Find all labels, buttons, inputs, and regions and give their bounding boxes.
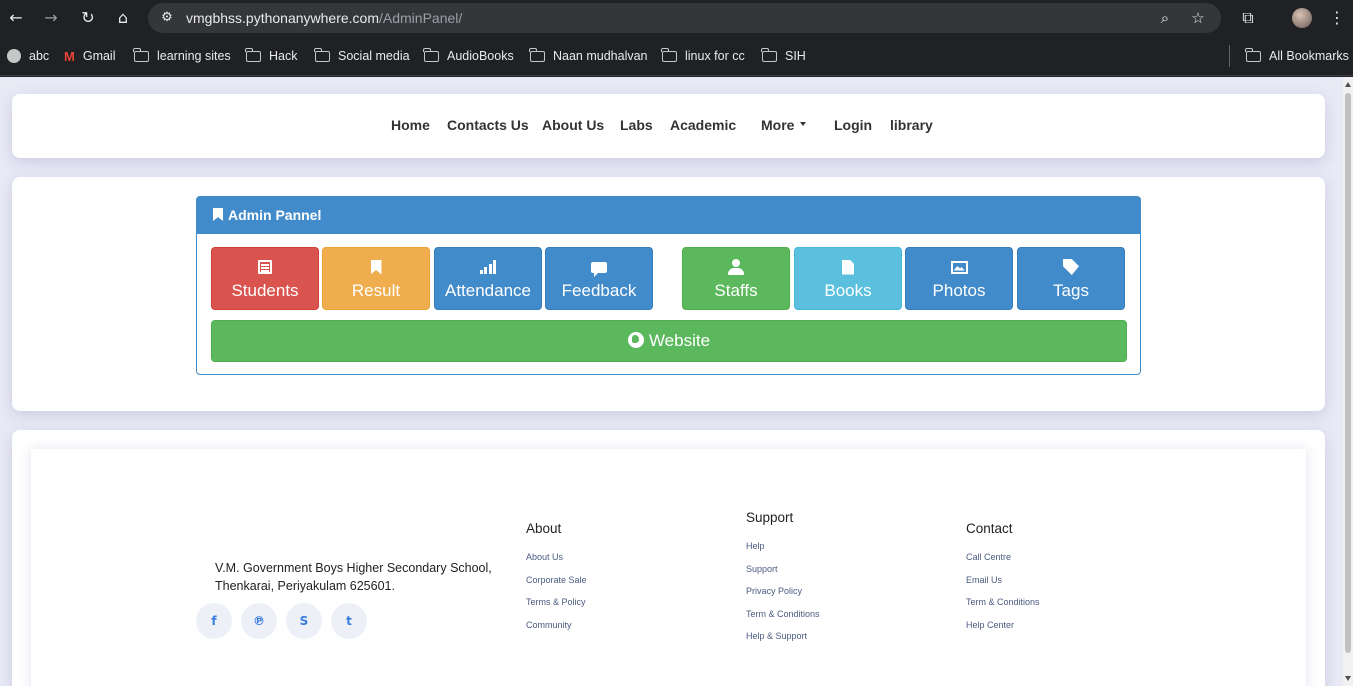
footer-link[interactable]: Term & Conditions bbox=[746, 609, 820, 619]
students-button[interactable]: Students bbox=[211, 247, 319, 310]
footer: V.M. Government Boys Higher Secondary Sc… bbox=[31, 449, 1306, 686]
list-icon bbox=[258, 260, 272, 274]
home-icon[interactable]: ⌂ bbox=[113, 8, 133, 28]
footer-link[interactable]: Help bbox=[746, 541, 820, 551]
footer-link[interactable]: Term & Conditions bbox=[966, 597, 1040, 607]
photos-button[interactable]: Photos bbox=[905, 247, 1013, 310]
file-icon bbox=[842, 259, 854, 275]
footer-support-column: Support Help Support Privacy Policy Term… bbox=[746, 510, 820, 641]
bookmark-naan-mudhalvan[interactable]: Naan mudhalvan bbox=[529, 47, 648, 65]
bookmark-audiobooks[interactable]: AudioBooks bbox=[423, 47, 514, 65]
bookmarks-bar: abc M Gmail learning sites Hack Social me… bbox=[0, 36, 1353, 76]
result-button[interactable]: Result bbox=[322, 247, 430, 310]
footer-card: V.M. Government Boys Higher Secondary Sc… bbox=[12, 430, 1325, 686]
star-icon[interactable]: ☆ bbox=[1189, 9, 1207, 27]
menu-kebab-icon[interactable]: ⋮ bbox=[1327, 8, 1347, 28]
gmail-icon: M bbox=[64, 48, 75, 64]
bookmark-sih[interactable]: SIH bbox=[761, 47, 806, 65]
extensions-icon[interactable]: ⧉ bbox=[1238, 8, 1258, 28]
bookmark-learning-sites[interactable]: learning sites bbox=[133, 47, 231, 65]
user-icon bbox=[728, 259, 744, 275]
admin-panel: Admin Pannel Students Result Attendance … bbox=[196, 196, 1141, 375]
scroll-down-arrow-icon[interactable] bbox=[1345, 676, 1351, 681]
bookmark-abc[interactable]: abc bbox=[7, 47, 49, 65]
bookmarks-divider bbox=[1229, 45, 1230, 67]
website-button[interactable]: Website bbox=[211, 320, 1127, 362]
bookmark-icon bbox=[213, 208, 223, 221]
footer-link[interactable]: Email Us bbox=[966, 575, 1040, 585]
skype-icon[interactable]: S bbox=[286, 603, 322, 639]
scroll-up-arrow-icon[interactable] bbox=[1345, 82, 1351, 87]
caret-down-icon bbox=[800, 122, 807, 127]
nav-academic[interactable]: Academic bbox=[670, 117, 736, 133]
profile-avatar[interactable] bbox=[1292, 8, 1312, 28]
twitter-icon[interactable]: t bbox=[331, 603, 367, 639]
tag-icon bbox=[1063, 259, 1079, 275]
page-scrollbar[interactable] bbox=[1343, 77, 1353, 686]
attendance-button[interactable]: Attendance bbox=[434, 247, 542, 310]
bookmark-hack[interactable]: Hack bbox=[245, 47, 297, 65]
footer-link[interactable]: Privacy Policy bbox=[746, 586, 820, 596]
tags-button[interactable]: Tags bbox=[1017, 247, 1125, 310]
page-viewport: Home Contacts Us About Us Labs Academic … bbox=[0, 77, 1343, 686]
top-navbar: Home Contacts Us About Us Labs Academic … bbox=[12, 94, 1325, 158]
panel-heading: Admin Pannel bbox=[197, 197, 1140, 234]
browser-toolbar: ← → ↻ ⌂ ⚙ vmgbhss.pythonanywhere.com/Adm… bbox=[0, 0, 1353, 36]
forward-arrow-icon[interactable]: → bbox=[41, 8, 61, 28]
facebook-icon[interactable]: f bbox=[196, 603, 232, 639]
nav-more-dropdown[interactable]: More bbox=[761, 117, 807, 133]
feedback-button[interactable]: Feedback bbox=[545, 247, 653, 310]
url-text[interactable]: vmgbhss.pythonanywhere.com/AdminPanel/ bbox=[186, 10, 462, 26]
footer-link[interactable]: Help Center bbox=[966, 620, 1040, 630]
back-arrow-icon[interactable]: ← bbox=[6, 8, 26, 28]
all-bookmarks[interactable]: All Bookmarks bbox=[1245, 47, 1349, 65]
globe-icon bbox=[627, 332, 644, 348]
scrollbar-thumb[interactable] bbox=[1345, 93, 1351, 653]
bookmark-icon bbox=[370, 259, 382, 275]
nav-home[interactable]: Home bbox=[391, 117, 430, 133]
folder-icon bbox=[245, 47, 261, 62]
footer-link[interactable]: About Us bbox=[526, 552, 587, 562]
folder-icon bbox=[761, 47, 777, 62]
books-button[interactable]: Books bbox=[794, 247, 902, 310]
folder-icon bbox=[423, 47, 439, 62]
reload-icon[interactable]: ↻ bbox=[78, 8, 98, 28]
folder-icon bbox=[314, 47, 330, 62]
bookmark-linux-for-cc[interactable]: linux for cc bbox=[661, 47, 745, 65]
folder-icon bbox=[529, 47, 545, 62]
nav-labs[interactable]: Labs bbox=[620, 117, 653, 133]
zoom-icon[interactable]: ⌕ bbox=[1156, 9, 1174, 27]
nav-library[interactable]: library bbox=[890, 117, 933, 133]
footer-about-column: About About Us Corporate Sale Terms & Po… bbox=[526, 521, 587, 630]
staffs-button[interactable]: Staffs bbox=[682, 247, 790, 310]
bookmark-social-media[interactable]: Social media bbox=[314, 47, 410, 65]
admin-card: Admin Pannel Students Result Attendance … bbox=[12, 177, 1325, 411]
site-info-icon[interactable]: ⚙ bbox=[158, 9, 176, 27]
pinterest-icon[interactable]: ℗ bbox=[241, 603, 277, 639]
footer-link[interactable]: Terms & Policy bbox=[526, 597, 587, 607]
folder-icon bbox=[1245, 47, 1261, 62]
folder-icon bbox=[661, 47, 677, 62]
school-address: V.M. Government Boys Higher Secondary Sc… bbox=[215, 561, 492, 593]
picture-icon bbox=[950, 260, 968, 274]
footer-link[interactable]: Corporate Sale bbox=[526, 575, 587, 585]
nav-login[interactable]: Login bbox=[834, 117, 872, 133]
nav-contacts-us[interactable]: Contacts Us bbox=[447, 117, 529, 133]
globe-icon bbox=[7, 49, 21, 63]
address-bar[interactable]: ⚙ vmgbhss.pythonanywhere.com/AdminPanel/… bbox=[148, 3, 1221, 33]
footer-contact-column: Contact Call Centre Email Us Term & Cond… bbox=[966, 521, 1040, 630]
footer-link[interactable]: Community bbox=[526, 620, 587, 630]
folder-icon bbox=[133, 47, 149, 62]
comment-icon bbox=[591, 261, 607, 277]
footer-link[interactable]: Help & Support bbox=[746, 631, 820, 641]
footer-link[interactable]: Call Centre bbox=[966, 552, 1040, 562]
nav-about-us[interactable]: About Us bbox=[542, 117, 604, 133]
footer-link[interactable]: Support bbox=[746, 564, 820, 574]
bookmark-gmail[interactable]: M Gmail bbox=[64, 47, 116, 65]
signal-icon bbox=[479, 260, 497, 274]
